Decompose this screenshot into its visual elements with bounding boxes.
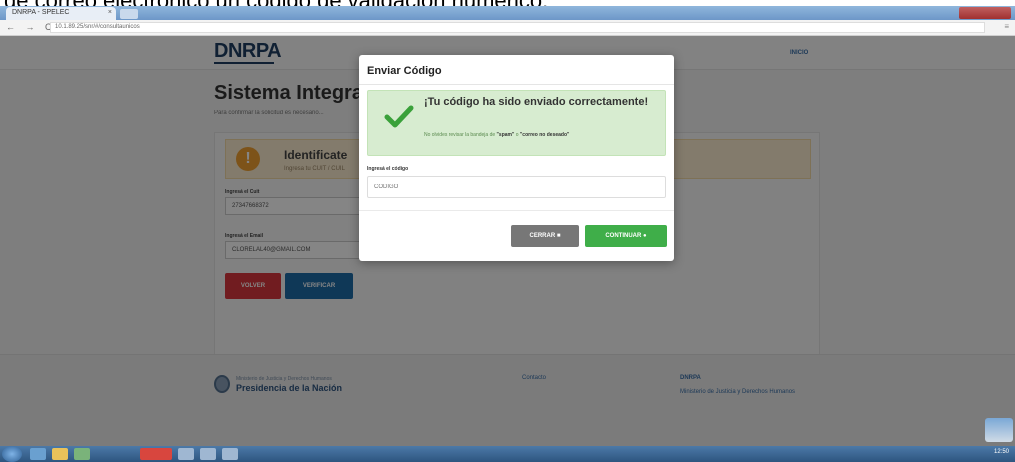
- success-text: No olvides revisar la bandeja de "spam" …: [424, 131, 659, 139]
- window-controls[interactable]: [959, 7, 1011, 19]
- taskbar-folder-icon[interactable]: [52, 448, 68, 460]
- taskbar-app-icon[interactable]: [74, 448, 90, 460]
- success-title: ¡Tu código ha sido enviado correctamente…: [424, 96, 649, 108]
- success-text-pre: No olvides revisar la bandeja de: [424, 132, 496, 138]
- taskbar-chrome-icon[interactable]: [140, 448, 172, 460]
- success-alert: ¡Tu código ha sido enviado correctamente…: [367, 90, 666, 156]
- url-input[interactable]: 10.1.89.25/snr/#/consultaunicos: [50, 22, 985, 33]
- modal-footer: CERRAR ■ CONTINUAR ●: [359, 210, 674, 261]
- taskbar-app3-icon[interactable]: [200, 448, 216, 460]
- modal-title: Enviar Código: [367, 65, 442, 77]
- success-text-mid: o: [515, 132, 519, 138]
- code-input[interactable]: [367, 176, 666, 198]
- tab-close-icon[interactable]: ×: [108, 9, 112, 16]
- modal-header: Enviar Código: [359, 55, 674, 85]
- taskbar-app2-icon[interactable]: [178, 448, 194, 460]
- taskbar-ie-icon[interactable]: [30, 448, 46, 460]
- send-code-modal: Enviar Código ¡Tu código ha sido enviado…: [359, 55, 674, 261]
- browser-tab-title: DNRPA - SPELEC: [12, 9, 70, 16]
- taskbar-clock[interactable]: 12:50: [994, 449, 1009, 455]
- spam-text: "spam": [496, 132, 515, 138]
- continue-button[interactable]: CONTINUAR ●: [585, 225, 667, 247]
- taskbar-app4-icon[interactable]: [222, 448, 238, 460]
- unwanted-text: "correo no deseado": [519, 132, 570, 138]
- menu-icon[interactable]: ≡: [1004, 22, 1009, 31]
- desktop-gadget-icon[interactable]: [985, 418, 1013, 442]
- code-label: Ingresá el código: [367, 166, 409, 172]
- windows-taskbar: 12:50: [0, 446, 1015, 462]
- new-tab-button[interactable]: [120, 9, 138, 19]
- address-bar-row: ← → C ⌂ 10.1.89.25/snr/#/consultaunicos …: [0, 20, 1015, 36]
- browser-tab-bar: DNRPA - SPELEC ×: [0, 6, 1015, 20]
- start-button[interactable]: [2, 446, 22, 462]
- browser-tab[interactable]: DNRPA - SPELEC ×: [6, 7, 116, 20]
- checkmark-icon: [384, 105, 414, 128]
- close-button[interactable]: CERRAR ■: [511, 225, 579, 247]
